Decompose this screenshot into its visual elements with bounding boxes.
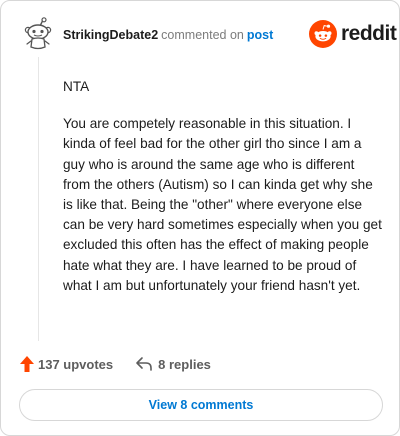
upvote-arrow-icon bbox=[20, 356, 34, 372]
comment-header: StrikingDebate2 commented on post bbox=[63, 27, 273, 43]
reply-arrow-icon bbox=[136, 357, 152, 371]
comment-card: StrikingDebate2 commented on post reddit N… bbox=[0, 0, 400, 436]
replies-count: 8 replies bbox=[158, 356, 211, 372]
replies-button[interactable]: 8 replies bbox=[135, 356, 211, 372]
comment-actions: 137 upvotes 8 replies bbox=[19, 353, 211, 375]
reddit-brand[interactable]: reddit bbox=[309, 19, 397, 49]
commented-on-text: commented on bbox=[161, 28, 244, 42]
username-link[interactable]: StrikingDebate2 bbox=[63, 28, 158, 42]
comment-body: NTA You are competely reasonable in this… bbox=[63, 77, 383, 313]
snoo-avatar-icon[interactable] bbox=[21, 17, 55, 51]
upvote-count: 137 upvotes bbox=[38, 356, 114, 372]
post-link[interactable]: post bbox=[247, 28, 273, 42]
upvote-button[interactable]: 137 upvotes bbox=[19, 355, 113, 373]
comment-paragraph-text: You are competely reasonable in this sit… bbox=[63, 116, 382, 293]
reddit-wordmark: reddit bbox=[341, 22, 397, 45]
comment-paragraph-verdict: NTA bbox=[63, 79, 90, 94]
thread-line[interactable] bbox=[38, 57, 39, 341]
view-comments-button[interactable]: View 8 comments bbox=[19, 389, 383, 421]
reddit-logo-icon bbox=[309, 20, 337, 48]
